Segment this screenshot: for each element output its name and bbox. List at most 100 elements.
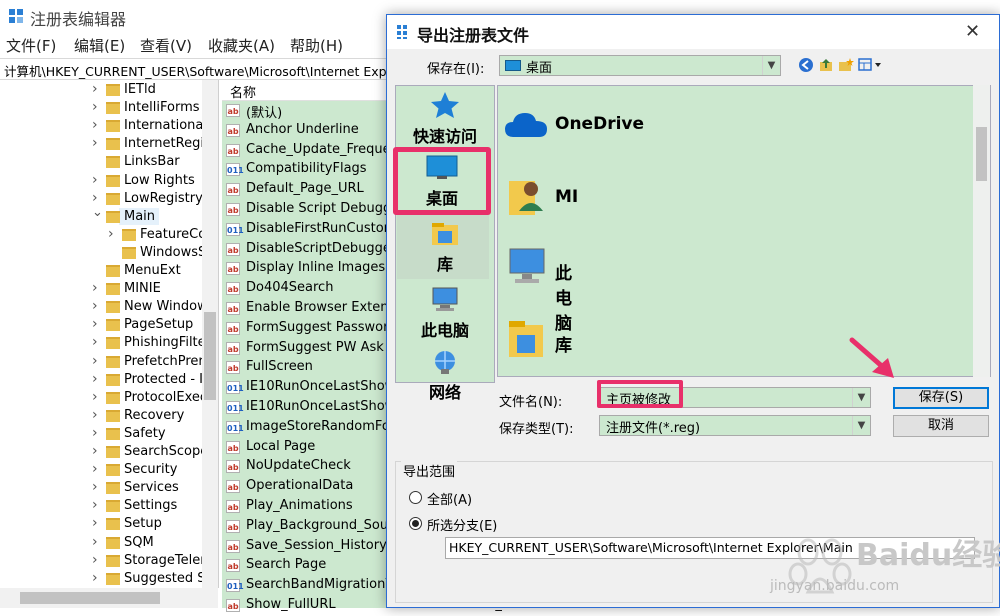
- chevron-right-icon[interactable]: ›: [92, 515, 98, 531]
- chevron-right-icon[interactable]: ›: [92, 443, 98, 459]
- string-value-icon: ab: [226, 341, 240, 355]
- folder-icon: [106, 355, 120, 368]
- chevron-down-icon[interactable]: ▼: [852, 416, 870, 435]
- tree-hscroll-thumb[interactable]: [20, 592, 160, 604]
- chevron-right-icon[interactable]: ›: [92, 117, 98, 133]
- value-name: CompatibilityFlags: [246, 161, 367, 177]
- pointer-arrow-icon: [849, 337, 894, 378]
- chevron-right-icon[interactable]: ›: [92, 298, 98, 314]
- watermark-brand: Baidu经验: [856, 538, 1000, 573]
- chevron-right-icon[interactable]: ›: [92, 534, 98, 550]
- star-icon: [431, 92, 459, 118]
- radio-branch[interactable]: [409, 517, 422, 530]
- place-library[interactable]: 库: [395, 221, 495, 275]
- chevron-right-icon[interactable]: ›: [92, 371, 98, 387]
- value-name: Disable Script Debugge: [246, 201, 400, 216]
- save-type-dropdown[interactable]: 注册文件(*.reg) ▼: [599, 415, 871, 436]
- file-item-mi[interactable]: MI: [507, 175, 578, 217]
- chevron-right-icon[interactable]: ›: [92, 81, 98, 97]
- folder-icon: [106, 156, 120, 169]
- place-desktop[interactable]: 桌面: [393, 155, 491, 209]
- place-desktop-label: 桌面: [425, 189, 458, 208]
- folder-icon: [106, 427, 120, 440]
- menu-view[interactable]: 查看(V): [140, 35, 192, 56]
- tree-node-label: International: [124, 118, 207, 134]
- tree-node-label: MenuExt: [124, 263, 181, 278]
- chevron-right-icon[interactable]: ›: [92, 99, 98, 115]
- string-value-icon: ab: [226, 440, 240, 454]
- chevron-right-icon[interactable]: ›: [92, 407, 98, 423]
- place-this-pc[interactable]: 此电脑: [395, 287, 495, 341]
- value-name: Save_Session_History_C: [246, 537, 403, 553]
- string-value-icon: ab: [226, 321, 240, 335]
- place-quick-access[interactable]: 快速访问: [395, 91, 495, 147]
- chevron-right-icon[interactable]: ›: [92, 316, 98, 332]
- string-value-icon: ab: [226, 480, 240, 494]
- back-icon[interactable]: [798, 57, 814, 73]
- string-value-icon: ab: [226, 302, 240, 315]
- chevron-right-icon[interactable]: ›: [108, 226, 114, 242]
- chevron-right-icon[interactable]: ›: [92, 190, 98, 206]
- chevron-right-icon[interactable]: ›: [92, 135, 98, 151]
- user-folder-icon: [509, 181, 543, 215]
- chevron-right-icon[interactable]: ›: [92, 425, 98, 441]
- value-name: Show_FullURL: [246, 597, 336, 612]
- file-view-scroll-thumb[interactable]: [976, 127, 987, 181]
- file-item-onedrive-label: OneDrive: [555, 114, 645, 134]
- file-item-onedrive[interactable]: OneDrive: [503, 109, 644, 139]
- chevron-down-icon[interactable]: ▼: [852, 388, 870, 407]
- tree-scroll-thumb[interactable]: [204, 312, 216, 400]
- save-in-dropdown[interactable]: 桌面 ▼: [499, 55, 781, 76]
- file-item-library-label: 库: [555, 336, 572, 356]
- chevron-right-icon[interactable]: ›: [92, 389, 98, 405]
- menu-edit[interactable]: 编辑(E): [74, 35, 125, 56]
- column-header-name[interactable]: 名称: [230, 82, 256, 101]
- chevron-right-icon[interactable]: ›: [92, 552, 98, 568]
- regedit-app-icon: [8, 8, 24, 24]
- file-item-this-pc[interactable]: 此电脑: [507, 247, 572, 334]
- cancel-button[interactable]: 取消: [893, 415, 989, 437]
- chevron-right-icon[interactable]: ›: [92, 334, 98, 350]
- chevron-right-icon[interactable]: ›: [92, 497, 98, 513]
- save-in-label: 保存在(I):: [427, 62, 485, 77]
- close-icon[interactable]: ✕: [965, 21, 980, 42]
- tree-node-label: PrefetchPrer: [124, 353, 204, 369]
- up-folder-icon[interactable]: [818, 57, 834, 73]
- chevron-right-icon[interactable]: ›: [92, 461, 98, 477]
- place-quick-access-label: 快速访问: [412, 127, 477, 146]
- binary-value-icon: 011: [226, 222, 244, 236]
- save-button[interactable]: 保存(S): [893, 387, 989, 409]
- tree-node-label: WindowsS: [140, 244, 207, 260]
- tree-node-label: Services: [124, 480, 179, 496]
- folder-icon: [106, 174, 120, 187]
- tree-node-label: Security: [124, 462, 178, 478]
- menu-favorites[interactable]: 收藏夹(A): [208, 35, 275, 56]
- menu-file[interactable]: 文件(F): [6, 35, 56, 56]
- folder-icon: [106, 319, 120, 332]
- chevron-down-icon[interactable]: ▼: [762, 56, 780, 75]
- chevron-right-icon[interactable]: ›: [92, 280, 98, 296]
- new-folder-icon[interactable]: [838, 57, 854, 73]
- chevron-down-icon[interactable]: ⌄: [92, 205, 103, 220]
- chevron-right-icon[interactable]: ›: [92, 353, 98, 369]
- radio-all[interactable]: [409, 491, 422, 504]
- file-item-library[interactable]: 库: [507, 319, 572, 359]
- menu-help[interactable]: 帮助(H): [290, 35, 343, 56]
- tree-node-label: PageSetup: [124, 317, 194, 333]
- value-name: Enable Browser Extensic: [246, 300, 406, 315]
- value-name: Search Page: [246, 557, 327, 573]
- place-network[interactable]: 网络: [395, 349, 495, 403]
- folder-icon: [106, 572, 120, 585]
- folder-icon: [106, 373, 120, 386]
- value-name: Local Page: [246, 438, 316, 454]
- file-item-mi-label: MI: [555, 187, 579, 207]
- chevron-right-icon[interactable]: ›: [92, 570, 98, 586]
- value-name: Play_Background_Sound: [246, 517, 405, 533]
- chevron-right-icon[interactable]: ›: [92, 172, 98, 188]
- chevron-right-icon[interactable]: ›: [92, 479, 98, 495]
- tree-node-label: IntelliForms: [124, 100, 200, 116]
- string-value-icon: ab: [226, 262, 240, 276]
- view-menu-icon[interactable]: [858, 57, 884, 73]
- binary-value-icon: 011: [226, 163, 244, 177]
- cloud-icon: [505, 113, 547, 137]
